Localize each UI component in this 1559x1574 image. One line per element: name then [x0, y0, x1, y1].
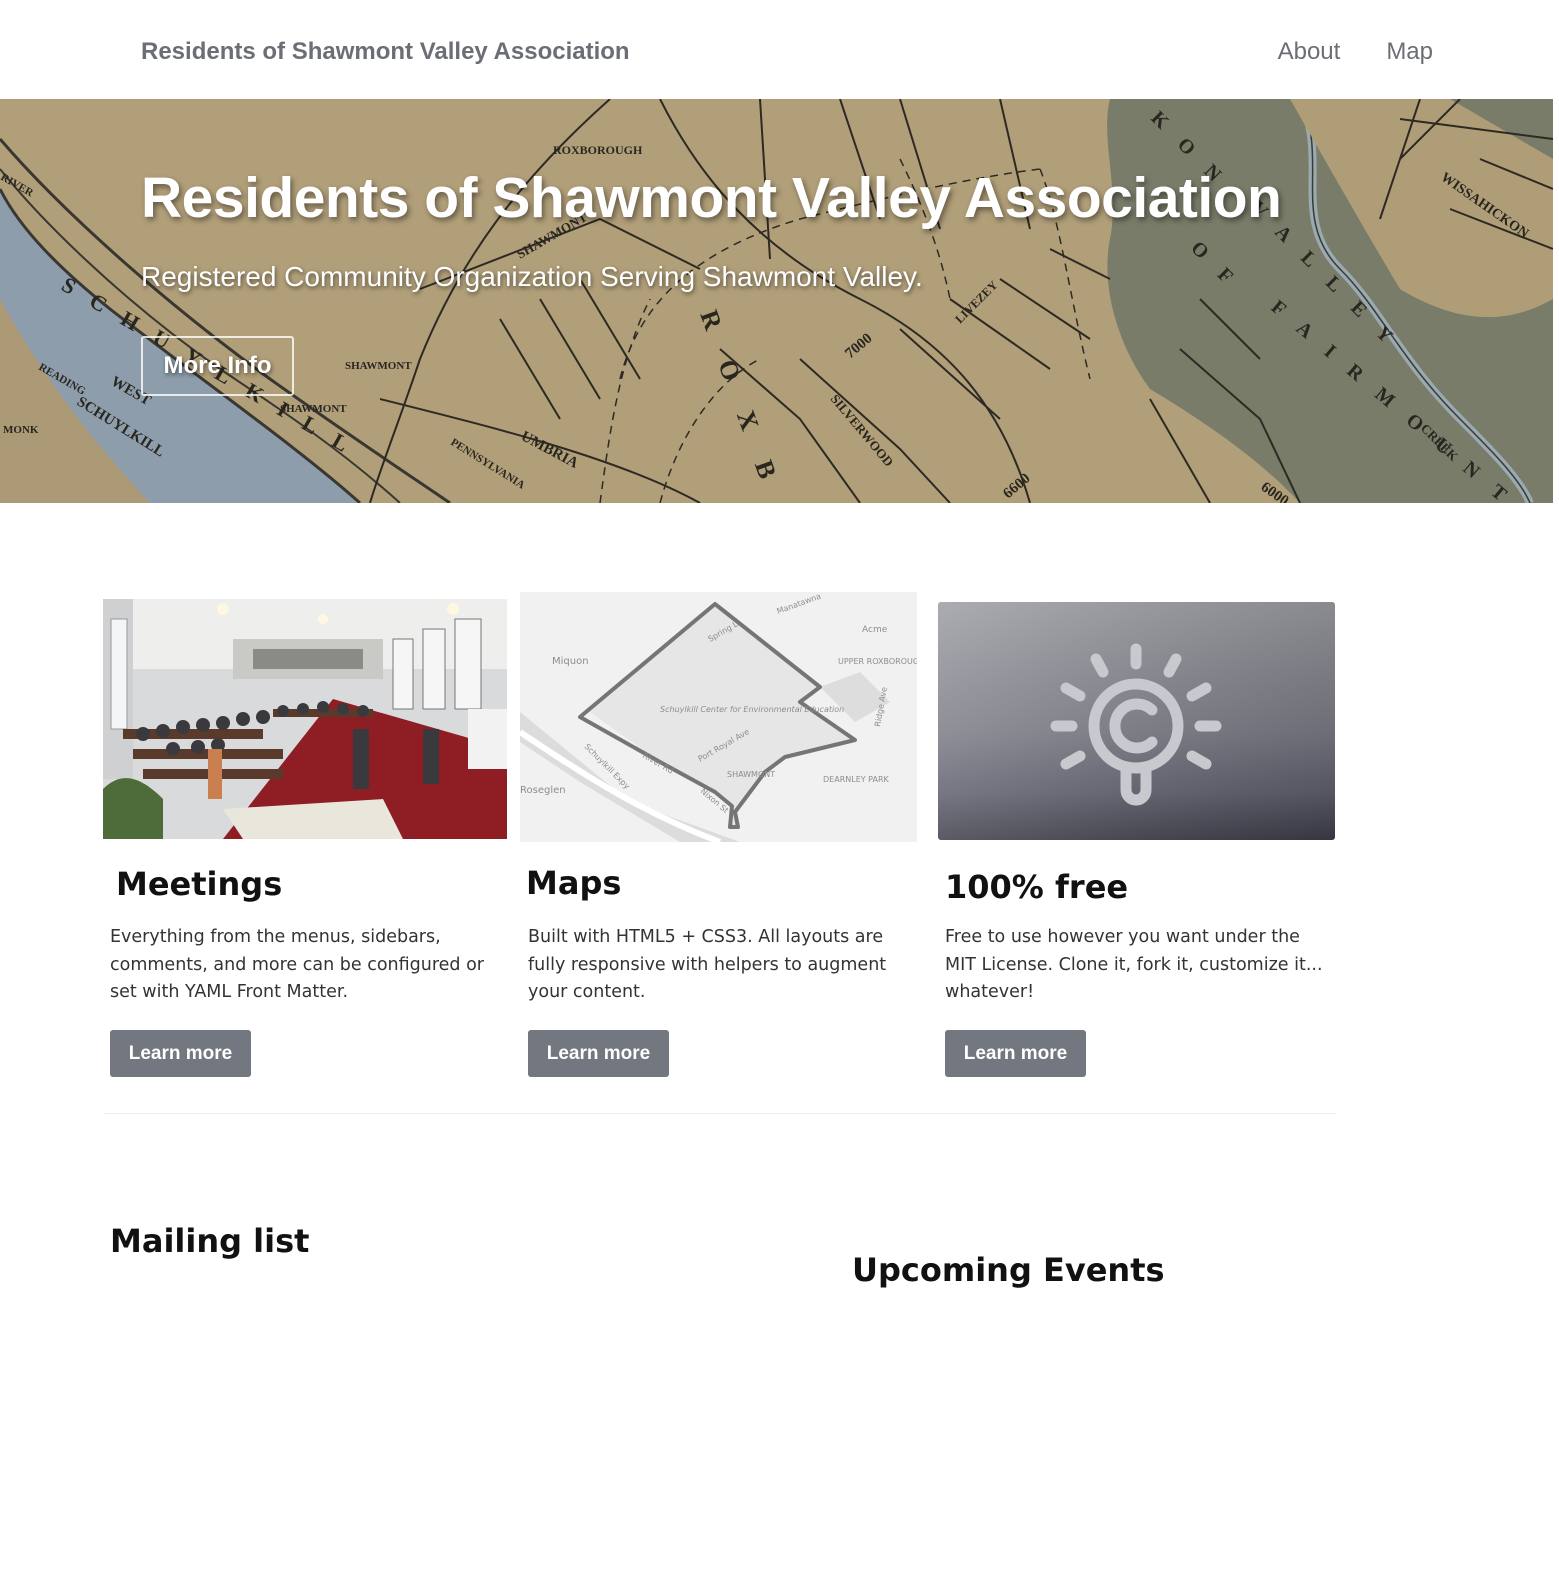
site-title-link[interactable]: Residents of Shawmont Valley Association [141, 38, 630, 66]
svg-text:Roseglen: Roseglen [520, 785, 566, 796]
svg-text:Schuylkill Center for Environm: Schuylkill Center for Environmental Educ… [660, 705, 844, 714]
masthead: Residents of Shawmont Valley Association… [0, 0, 1559, 99]
learn-more-button-free[interactable]: Learn more [945, 1030, 1086, 1077]
learn-more-button-meetings[interactable]: Learn more [110, 1030, 251, 1077]
svg-text:Miquon: Miquon [552, 656, 589, 667]
more-info-button[interactable]: More Info [141, 336, 294, 396]
svg-text:UPPER ROXBOROUGH: UPPER ROXBOROUGH [838, 657, 917, 666]
feature-title-meetings: Meetings [116, 865, 283, 903]
license-image [938, 602, 1335, 840]
svg-text:DEARNLEY PARK: DEARNLEY PARK [823, 775, 890, 784]
feature-title-free: 100% free [945, 868, 1129, 906]
hero-title: Residents of Shawmont Valley Association [141, 166, 1282, 230]
feature-text-maps: Built with HTML5 + CSS3. All layouts are… [528, 927, 887, 1002]
feature-text-meetings: Everything from the menus, sidebars, com… [110, 927, 484, 1002]
maps-image: Miquon Roseglen Acme UPPER ROXBOROUGH Sc… [520, 592, 917, 842]
hero-map-background: SHAWMONT SHAWMONT SHAWMONT ROXBOROUGH SC… [0, 99, 1553, 503]
meetings-photo [103, 599, 507, 839]
hero-subtitle: Registered Community Organization Servin… [141, 261, 923, 292]
svg-text:SHAWMONT: SHAWMONT [727, 770, 775, 779]
main-nav: About Map [1278, 38, 1433, 66]
svg-text:Acme: Acme [862, 625, 888, 635]
section-divider [104, 1113, 1336, 1114]
hero-banner: SHAWMONT SHAWMONT SHAWMONT ROXBOROUGH SC… [0, 99, 1553, 503]
nav-link-about[interactable]: About [1278, 38, 1341, 66]
upcoming-events-heading: Upcoming Events [852, 1251, 1165, 1289]
feature-title-maps: Maps [526, 864, 622, 902]
learn-more-button-maps[interactable]: Learn more [528, 1030, 669, 1077]
feature-text-free: Free to use however you want under the M… [945, 927, 1323, 1002]
mailing-list-heading: Mailing list [110, 1222, 310, 1260]
nav-link-map[interactable]: Map [1386, 38, 1433, 66]
